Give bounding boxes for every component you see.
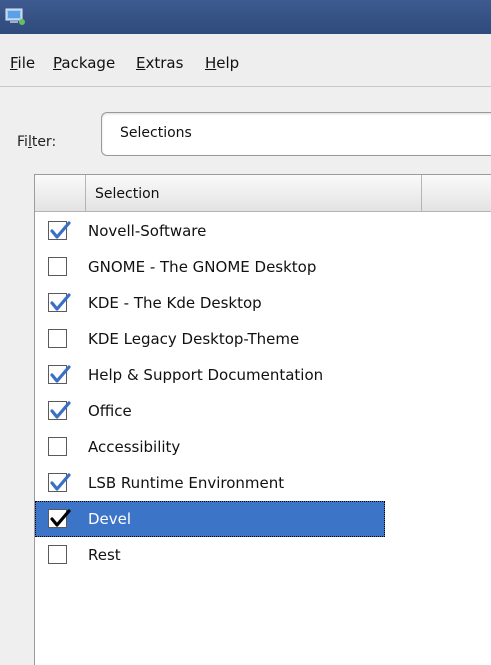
list-item[interactable]: KDE Legacy Desktop-Theme [35,321,385,357]
list-item-label: KDE - The Kde Desktop [88,294,262,312]
list-item-label: Rest [88,546,121,564]
list-item-label: LSB Runtime Environment [88,474,285,492]
list-item-label: Accessibility [88,438,181,456]
selection-list[interactable]: Selection Novell-Software GNOME - The GN… [34,174,491,665]
header-check-column[interactable] [35,175,86,211]
menu-file[interactable]: File [10,54,35,72]
checkmark-icon [50,473,71,491]
list-item-label: Office [88,402,132,420]
list-item-label: KDE Legacy Desktop-Theme [88,330,300,348]
menu-package[interactable]: Package [53,54,115,72]
menu-help[interactable]: Help [205,54,239,72]
list-header: Selection [35,175,491,212]
list-item[interactable]: Help & Support Documentation [35,357,385,393]
checkbox[interactable] [48,257,67,276]
filter-value: Selections [120,125,192,141]
checkbox[interactable] [48,509,71,528]
list-item-label: GNOME - The GNOME Desktop [88,258,317,276]
checkmark-icon [50,401,71,419]
checkbox[interactable] [48,401,71,420]
list-item[interactable]: KDE - The Kde Desktop [35,285,385,321]
yast-computer-icon [5,8,25,25]
checkmark-icon [50,365,71,383]
checkbox[interactable] [48,545,67,564]
list-item-label: Devel [88,510,132,528]
list-item[interactable]: Accessibility [35,429,385,465]
menu-extras[interactable]: Extras [136,54,183,72]
checkbox[interactable] [48,329,67,348]
checkmark-icon [50,293,71,311]
list-item[interactable]: GNOME - The GNOME Desktop [35,249,385,285]
list-item-label: Novell-Software [88,222,207,240]
list-item[interactable]: LSB Runtime Environment [35,465,385,501]
filter-dropdown[interactable]: Selections [101,112,491,156]
checkbox[interactable] [48,437,67,456]
checkbox[interactable] [48,473,71,492]
checkmark-icon [50,509,71,527]
menu-bar: File Package Extras Help [0,34,491,87]
list-item[interactable]: Rest [35,537,385,573]
list-item-label: Help & Support Documentation [88,366,324,384]
filter-label: Filter: [17,134,57,150]
checkmark-icon [50,221,71,239]
list-item[interactable]: Office [35,393,385,429]
header-selection-column[interactable]: Selection [86,175,422,211]
checkbox[interactable] [48,293,71,312]
title-bar[interactable] [0,0,491,34]
checkbox[interactable] [48,365,71,384]
list-item[interactable]: Novell-Software [35,213,385,249]
checkbox[interactable] [48,221,71,240]
list-item[interactable]: Devel [35,501,385,537]
